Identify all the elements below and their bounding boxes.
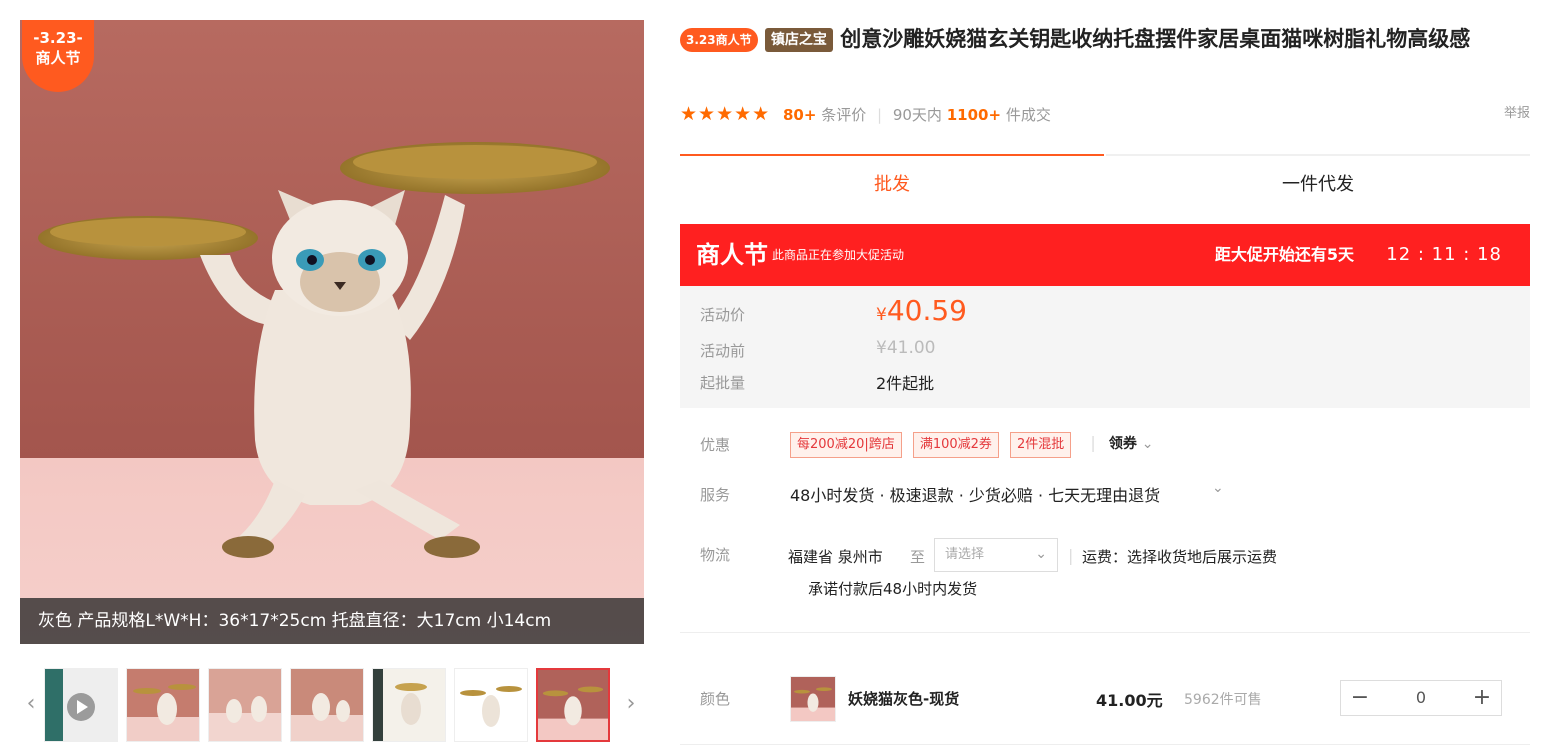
variant-stock: 5962件可售 [1184,692,1262,708]
countdown-label: 距大促开始还有5天 [1214,245,1354,264]
festival-badge-date: -3.23- [33,29,83,47]
color-label: 颜色 [700,690,731,708]
thumbnail-art [291,669,363,741]
chevron-down-icon: ⌄ [1035,546,1047,562]
service-label: 服务 [700,486,731,504]
thumbnail-2[interactable] [208,668,282,742]
rating-stars-icon: ★★★★★ [680,103,771,125]
destination-placeholder: 请选择 [945,547,985,562]
quantity-input[interactable]: 0 [1379,681,1463,715]
shop-treasure-tag: 镇店之宝 [764,28,833,52]
festival-badge-label: 商人节 [35,49,81,67]
increment-button[interactable]: + [1463,681,1501,715]
thumb-prev-arrow-icon[interactable]: ‹ [20,664,42,744]
image-spec-caption: 灰色 产品规格L*W*H：36*17*25cm 托盘直径：大17cm 小14cm [20,598,644,644]
destination-select[interactable]: 请选择 ⌄ [934,538,1058,572]
thumbnail-art [209,669,281,741]
main-product-image[interactable] [20,20,644,644]
variant-thumbnail[interactable] [790,676,836,722]
thumbnail-strip: ‹ › [20,664,644,744]
coupon-tag[interactable]: 2件混批 [1010,432,1072,458]
thumbnail-video[interactable] [44,668,118,742]
product-title: 创意沙雕妖娆猫玄关钥匙收纳托盘摆件家居桌面猫咪树脂礼物高级感 [840,27,1471,51]
cat-figurine-illustration [20,20,644,644]
thumbnail-art [373,669,445,741]
currency-symbol: ¥ [876,305,887,325]
divider [680,632,1530,633]
thumbnail-5[interactable] [454,668,528,742]
before-price-label: 活动前 [700,342,746,360]
separator: | [876,106,883,124]
variant-price: 41.00元 [1096,691,1163,710]
decrement-button[interactable]: − [1341,681,1379,715]
tab-wholesale[interactable]: 批发 [680,154,1104,210]
get-coupon-label: 领券 [1108,436,1137,452]
coupon-list: 每200减20|跨店 满100减2券 2件混批 | 领券 ⌄ [790,432,1154,458]
sales-count: 1100+ [946,106,1002,124]
festival-tag: 3.23商人节 [680,28,758,52]
tab-dropship[interactable]: 一件代发 [1106,154,1530,210]
before-price: ¥41.00 [876,338,936,358]
activity-price-label: 活动价 [700,306,746,324]
promotion-bar: 商人节 此商品正在参加大促活动 距大促开始还有5天 12 : 11 : 18 [680,224,1530,286]
countdown-timer: 12 : 11 : 18 [1386,244,1502,265]
variant-thumbnail-art [791,677,835,721]
coupon-tag[interactable]: 每200减20|跨店 [790,432,902,458]
review-count[interactable]: 80+ [783,106,816,124]
product-title-block: 3.23商人节 镇店之宝 创意沙雕妖娆猫玄关钥匙收纳托盘摆件家居桌面猫咪树脂礼物… [680,22,1520,56]
moq-label: 起批量 [700,374,746,392]
thumbnail-4[interactable] [372,668,446,742]
rating-row: ★★★★★ 80+ 条评价 | 90天内 1100+ 件成交 举报 [680,100,1530,128]
logistics-origin: 福建省 泉州市 [788,548,883,566]
purchase-mode-tabs: 批发 一件代发 [680,154,1530,208]
get-coupon-button[interactable]: 领券 ⌄ [1109,436,1154,452]
discount-label: 优惠 [700,436,731,454]
service-chevron-down-icon[interactable]: ⌄ [1212,480,1224,496]
activity-price: ¥40.59 [876,294,967,327]
quantity-stepper: − 0 + [1340,680,1502,716]
thumbnail-3[interactable] [290,668,364,742]
festival-badge: -3.23- 商人节 [22,20,94,92]
thumbnail-art [127,669,199,741]
separator: | [1090,433,1096,452]
thumb-next-arrow-icon[interactable]: › [620,664,642,744]
report-link[interactable]: 举报 [1504,100,1530,128]
promo-subtitle: 此商品正在参加大促活动 [772,248,905,262]
shipping-promise: 承诺付款后48小时内发货 [808,580,978,598]
sales-label: 件成交 [1005,106,1051,124]
service-text: 48小时发货 · 极速退款 · 少货必赔 · 七天无理由退货 [790,486,1161,505]
logistics-to: 至 [910,548,926,566]
review-label: 条评价 [821,106,867,124]
separator: | [1068,546,1074,565]
moq-value: 2件起批 [876,374,935,393]
video-thumbnail-art [45,669,117,741]
thumbnail-art [538,670,608,740]
chevron-down-icon: ⌄ [1141,436,1154,452]
logistics-label: 物流 [700,546,731,564]
thumbnail-art [455,669,527,741]
activity-price-value: 40.59 [886,294,967,327]
thumbnail-6-selected[interactable] [536,668,610,742]
coupon-tag[interactable]: 满100减2券 [912,432,999,458]
shipping-fee-text: 运费：选择收货地后展示运费 [1082,548,1278,566]
variant-name: 妖娆猫灰色-现货 [848,690,960,708]
divider [680,744,1530,745]
sales-period: 90天内 [892,106,942,124]
thumbnail-1[interactable] [126,668,200,742]
price-panel: 活动价 ¥40.59 活动前 ¥41.00 起批量 2件起批 [680,286,1530,408]
promo-title: 商人节 [696,241,768,269]
